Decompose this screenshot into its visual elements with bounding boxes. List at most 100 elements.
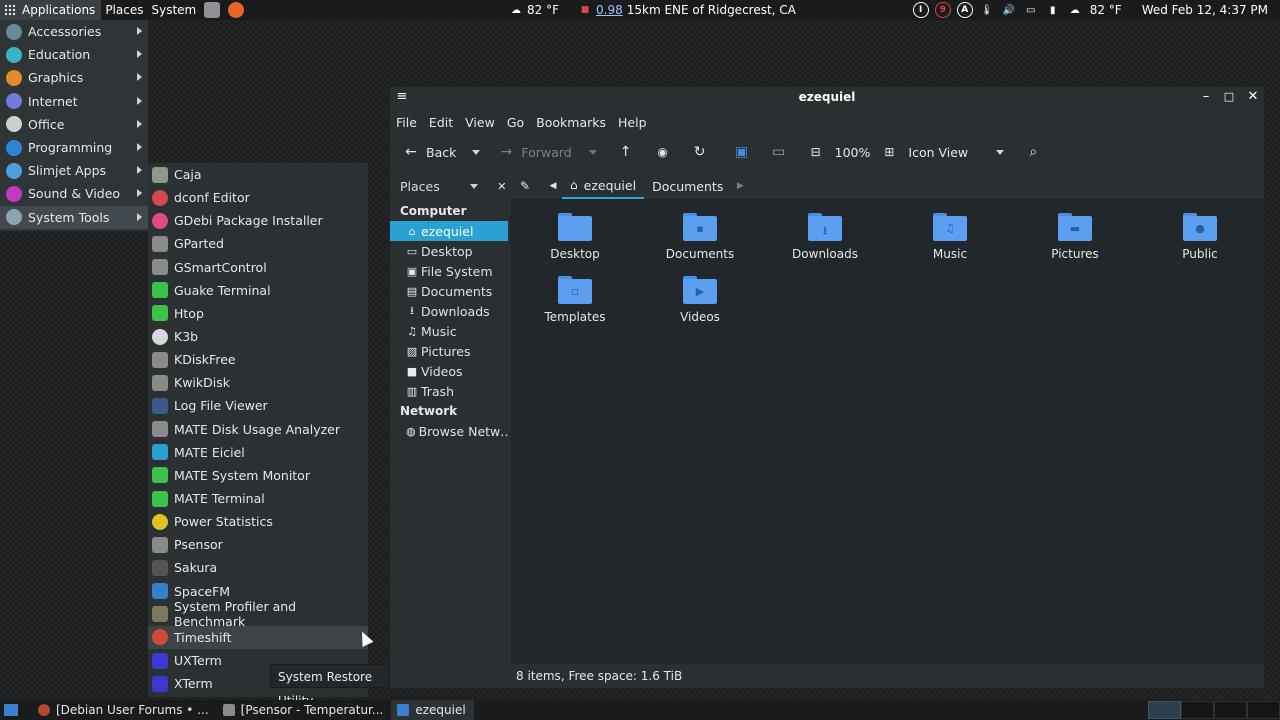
menu-category-graphics[interactable]: Graphics bbox=[0, 66, 148, 89]
taskbar-item-psensor[interactable]: [Psensor - Temperatur... bbox=[217, 700, 392, 720]
earthquake-location[interactable]: 15km ENE of Ridgecrest, CA bbox=[625, 0, 800, 20]
places-menu-button[interactable]: Places bbox=[101, 0, 147, 20]
sidebar-item-browse-network[interactable]: ◍ Browse Netw… bbox=[390, 421, 508, 441]
minimize-icon[interactable]: – bbox=[1198, 89, 1214, 105]
places-header[interactable]: Places ✕ bbox=[390, 173, 508, 199]
menu-category-internet[interactable]: Internet bbox=[0, 90, 148, 113]
zoom-out-icon[interactable]: ⊟ bbox=[807, 143, 825, 161]
applications-menu-button[interactable]: Applications bbox=[0, 0, 102, 20]
edit-location-icon[interactable]: ✎ bbox=[516, 177, 534, 195]
sidebar-item-downloads[interactable]: ⭳ Downloads bbox=[390, 301, 508, 321]
menu-item-disk-usage-analyzer[interactable]: MATE Disk Usage Analyzer bbox=[148, 418, 368, 441]
menu-item-power-statistics[interactable]: Power Statistics bbox=[148, 510, 368, 533]
clipboard-icon[interactable]: ▮ bbox=[1045, 2, 1061, 18]
workspace-2[interactable] bbox=[1181, 701, 1214, 719]
menu-bookmarks[interactable]: Bookmarks bbox=[536, 115, 606, 130]
close-sidebar-icon[interactable]: ✕ bbox=[496, 177, 508, 195]
forward-history-dropdown-icon[interactable] bbox=[588, 149, 597, 155]
menu-view[interactable]: View bbox=[465, 115, 495, 130]
menu-item-k3b[interactable]: K3b bbox=[148, 325, 368, 348]
path-left-arrow-icon[interactable]: ◀ bbox=[544, 177, 562, 195]
info-tray-icon[interactable]: I bbox=[912, 2, 929, 18]
folder-documents[interactable]: ▪ Documents bbox=[650, 213, 750, 261]
folder-videos[interactable]: ▶ Videos bbox=[650, 276, 750, 324]
workspace-1[interactable] bbox=[1148, 701, 1181, 719]
computer-icon[interactable]: ▭ bbox=[770, 143, 788, 161]
menu-item-timeshift[interactable]: Timeshift bbox=[148, 625, 368, 649]
weather-temp-right[interactable]: 82 °F bbox=[1086, 0, 1126, 20]
workspace-4[interactable] bbox=[1247, 701, 1280, 719]
folder-public[interactable]: ● Public bbox=[1150, 213, 1250, 261]
up-arrow-icon[interactable]: ↑ bbox=[617, 143, 635, 161]
home-folder-icon[interactable]: ▣ bbox=[733, 143, 751, 161]
menu-item-system-monitor[interactable]: MATE System Monitor bbox=[148, 464, 368, 487]
forward-button[interactable]: → Forward bbox=[497, 139, 571, 165]
breadcrumb-documents[interactable]: Documents bbox=[644, 173, 731, 199]
file-view[interactable]: Desktop ▪ Documents ⭳ Downloads ♫ Music … bbox=[510, 199, 1264, 664]
menu-item-kdiskfree[interactable]: KDiskFree bbox=[148, 348, 368, 371]
workspace-3[interactable] bbox=[1214, 701, 1247, 719]
keyboard-layout-tray-icon[interactable]: A bbox=[956, 2, 973, 18]
volume-icon[interactable]: 🔊 bbox=[1001, 2, 1017, 18]
window-titlebar[interactable]: ≡ ezequiel – □ ✕ bbox=[390, 87, 1264, 109]
menu-category-programming[interactable]: Programming bbox=[0, 136, 148, 159]
taskbar-item-ezequiel[interactable]: ezequiel bbox=[391, 700, 474, 720]
sidebar-item-trash[interactable]: ▥ Trash bbox=[390, 381, 508, 401]
menu-category-slimjet-apps[interactable]: Slimjet Apps bbox=[0, 159, 148, 182]
taskbar-item-debian-forums[interactable]: [Debian User Forums • ... bbox=[32, 700, 217, 720]
menu-go[interactable]: Go bbox=[507, 115, 524, 130]
menu-help[interactable]: Help bbox=[618, 115, 647, 130]
back-button[interactable]: ← Back bbox=[402, 139, 456, 165]
updates-tray-icon[interactable]: 9 bbox=[934, 2, 951, 18]
sidebar-item-pictures[interactable]: ▨ Pictures bbox=[390, 341, 508, 361]
menu-item-gsmartcontrol[interactable]: GSmartControl bbox=[148, 256, 368, 279]
file-manager-launcher-icon[interactable] bbox=[204, 2, 221, 18]
folder-pictures[interactable]: ▬ Pictures bbox=[1025, 213, 1125, 261]
sidebar-item-videos[interactable]: ■ Videos bbox=[390, 361, 508, 381]
reload-icon[interactable]: ↻ bbox=[691, 143, 709, 161]
sidebar-item-desktop[interactable]: ▭ Desktop bbox=[390, 241, 508, 261]
sidebar-item-ezequiel[interactable]: ⌂ ezequiel bbox=[390, 221, 508, 241]
folder-music[interactable]: ♫ Music bbox=[900, 213, 1000, 261]
menu-item-guake-terminal[interactable]: Guake Terminal bbox=[148, 279, 368, 302]
places-dropdown-icon[interactable] bbox=[469, 183, 478, 189]
menu-edit[interactable]: Edit bbox=[429, 115, 453, 130]
close-icon[interactable]: ✕ bbox=[1245, 89, 1261, 105]
menu-item-mate-eiciel[interactable]: MATE Eiciel bbox=[148, 441, 368, 464]
weather-temp-left[interactable]: 82 °F bbox=[527, 0, 563, 20]
menu-item-gdebi[interactable]: GDebi Package Installer bbox=[148, 209, 368, 232]
show-desktop-icon[interactable] bbox=[4, 704, 18, 716]
menu-item-system-profiler[interactable]: System Profiler and Benchmark bbox=[148, 599, 368, 629]
folder-desktop[interactable]: Desktop bbox=[525, 213, 625, 261]
sidebar-item-file-system[interactable]: ▣ File System bbox=[390, 261, 508, 281]
menu-item-kwikdisk[interactable]: KwikDisk bbox=[148, 371, 368, 394]
sidebar-item-music[interactable]: ♫ Music bbox=[390, 321, 508, 341]
menu-item-sakura[interactable]: Sakura bbox=[148, 556, 368, 579]
back-history-dropdown-icon[interactable] bbox=[472, 149, 481, 155]
menu-item-dconf-editor[interactable]: dconf Editor bbox=[148, 186, 368, 209]
menu-item-log-file-viewer[interactable]: Log File Viewer bbox=[148, 394, 368, 417]
zoom-in-icon[interactable]: ⊞ bbox=[880, 143, 898, 161]
clock[interactable]: Wed Feb 12, 4:37 PM bbox=[1138, 0, 1272, 20]
path-right-arrow-icon[interactable]: ▶ bbox=[731, 177, 749, 195]
menu-category-accessories[interactable]: Accessories bbox=[0, 20, 148, 43]
menu-category-education[interactable]: Education bbox=[0, 43, 148, 66]
view-mode-select[interactable]: Icon View bbox=[908, 139, 1005, 165]
folder-templates[interactable]: ▫ Templates bbox=[525, 276, 625, 324]
menu-item-gparted[interactable]: GParted bbox=[148, 232, 368, 255]
menu-category-office[interactable]: Office bbox=[0, 113, 148, 136]
firefox-launcher-icon[interactable] bbox=[228, 2, 245, 18]
menu-file[interactable]: File bbox=[396, 115, 417, 130]
display-icon[interactable]: ▭ bbox=[1023, 2, 1039, 18]
menu-item-caja[interactable]: Caja bbox=[148, 163, 368, 186]
folder-downloads[interactable]: ⭳ Downloads bbox=[775, 213, 875, 261]
breadcrumb-ezequiel[interactable]: ⌂ ezequiel bbox=[562, 173, 645, 199]
system-menu-button[interactable]: System bbox=[147, 0, 200, 20]
earthquake-magnitude[interactable]: 0.98 bbox=[596, 0, 625, 20]
search-icon[interactable]: ⌕ bbox=[1024, 143, 1042, 161]
menu-item-mate-terminal[interactable]: MATE Terminal bbox=[148, 487, 368, 510]
sidebar-item-documents[interactable]: ▤ Documents bbox=[390, 281, 508, 301]
stop-icon[interactable]: ◉ bbox=[654, 143, 672, 161]
menu-item-psensor[interactable]: Psensor bbox=[148, 533, 368, 556]
menu-category-system-tools[interactable]: System Tools bbox=[0, 205, 148, 229]
